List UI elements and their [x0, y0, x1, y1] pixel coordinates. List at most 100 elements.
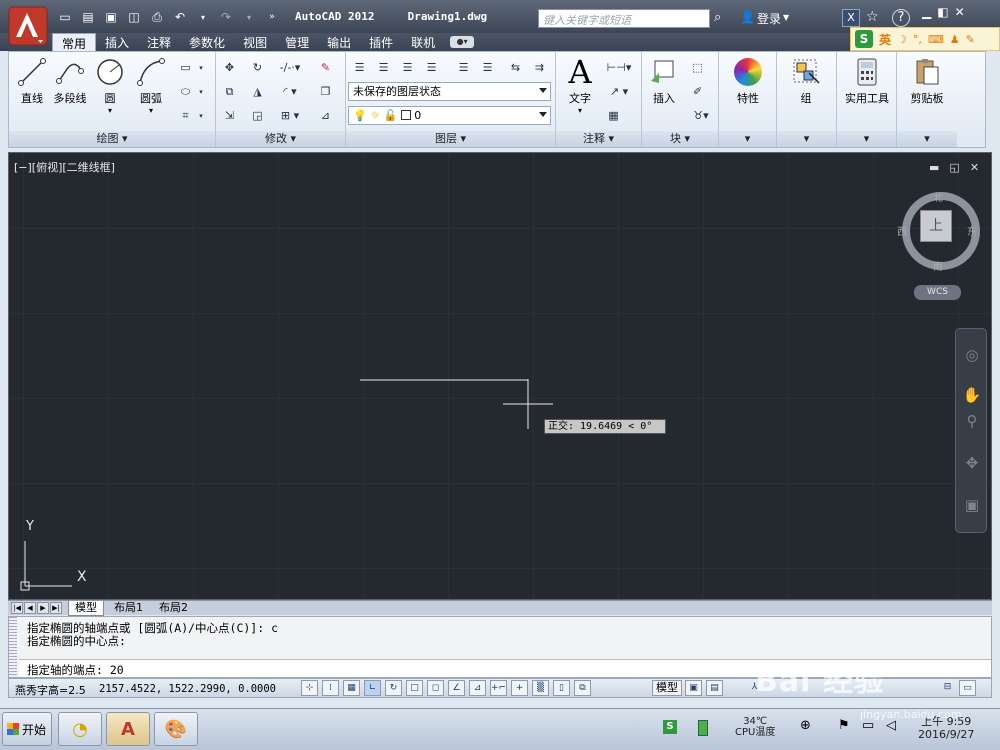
- steering-wheel-icon[interactable]: ◎: [962, 345, 982, 365]
- layer-off-icon[interactable]: ☰: [454, 58, 473, 77]
- chevron-down-icon[interactable]: ▾: [196, 82, 206, 101]
- tab-home[interactable]: 常用: [52, 33, 97, 51]
- properties-button[interactable]: 特性: [723, 56, 773, 106]
- punctuation-icon[interactable]: °,: [913, 33, 922, 46]
- copy-icon[interactable]: ⧉: [220, 82, 239, 101]
- 3d-object-snap-icon[interactable]: ◻: [427, 680, 444, 696]
- tab-insert[interactable]: 插入: [96, 33, 138, 51]
- taskbar-app-outlook[interactable]: ◔: [58, 712, 102, 746]
- last-tab-icon[interactable]: ▶|: [50, 602, 62, 614]
- wrench-icon[interactable]: ✎: [966, 33, 975, 46]
- rectangle-icon[interactable]: ▭: [176, 58, 195, 77]
- explode-icon[interactable]: ❒: [316, 82, 335, 101]
- search-input[interactable]: 键入关键字或短语: [538, 9, 710, 28]
- dynamic-ucs-icon[interactable]: ⊿: [469, 680, 486, 696]
- taskbar-app-paint[interactable]: 🎨: [154, 712, 198, 746]
- sign-in-button[interactable]: 👤 登录 ▼: [740, 10, 789, 27]
- start-button[interactable]: 开始: [2, 712, 52, 746]
- binoculars-icon[interactable]: ⌕: [714, 10, 721, 25]
- object-snap-icon[interactable]: □: [406, 680, 423, 696]
- arc-button[interactable]: 圆弧 ▾: [133, 56, 169, 115]
- line-button[interactable]: 直线: [13, 56, 51, 106]
- tab-parametric[interactable]: 参数化: [180, 33, 234, 51]
- moon-icon[interactable]: ☽: [897, 33, 907, 46]
- more-tools-icon[interactable]: »: [262, 8, 282, 26]
- trim-icon[interactable]: -/-·▾: [276, 58, 304, 77]
- group-button[interactable]: 组: [781, 56, 831, 106]
- open-folder-icon[interactable]: ▤: [78, 8, 98, 26]
- network-icon[interactable]: ⊕: [800, 718, 811, 733]
- user-icon[interactable]: ♟: [950, 33, 960, 46]
- chevron-down-icon[interactable]: ▾: [196, 106, 206, 125]
- undo-dropdown-icon[interactable]: ▾: [193, 8, 213, 26]
- erase-icon[interactable]: ✎: [316, 58, 335, 77]
- polyline-button[interactable]: 多段线: [51, 56, 89, 106]
- minimize-icon[interactable]: ▁: [922, 5, 931, 19]
- selection-cycling-icon[interactable]: ⧉: [574, 680, 591, 696]
- viewcube-top-face[interactable]: 上: [920, 210, 952, 242]
- compass-west[interactable]: 西: [897, 223, 907, 238]
- text-button[interactable]: A 文字 ▾: [560, 53, 600, 115]
- layer-properties-icon[interactable]: ☰: [350, 58, 369, 77]
- zoom-icon[interactable]: ⚲: [962, 411, 982, 431]
- utilities-button[interactable]: 实用工具: [839, 56, 895, 106]
- move-icon[interactable]: ✥: [220, 58, 239, 77]
- drawing-canvas[interactable]: [9, 153, 991, 599]
- clean-screen-icon[interactable]: ▭: [959, 680, 976, 696]
- quick-view-drawings-icon[interactable]: ▤: [706, 680, 723, 696]
- attribute-icon[interactable]: ♉▾: [688, 106, 714, 125]
- help-icon[interactable]: ?: [892, 9, 910, 27]
- layer-match-icon[interactable]: ⇆: [506, 58, 525, 77]
- maximize-icon[interactable]: ◱: [949, 161, 959, 174]
- close-icon[interactable]: ✕: [955, 5, 965, 19]
- layer-previous-icon[interactable]: ⇉: [530, 58, 549, 77]
- layer-lock-icon[interactable]: ☰: [478, 58, 497, 77]
- insert-button[interactable]: 插入: [644, 56, 684, 106]
- clipboard-dropdown[interactable]: ▾: [897, 131, 957, 147]
- circle-button[interactable]: 圆 ▾: [92, 56, 128, 115]
- modify-panel-title[interactable]: 修改 ▾: [216, 131, 345, 147]
- coordinates-readout[interactable]: 2157.4522, 1522.2990, 0.0000: [99, 683, 276, 695]
- dimension-icon[interactable]: ⊢⊣▾: [604, 58, 634, 77]
- tab-plugins[interactable]: 插件: [360, 33, 402, 51]
- utilities-dropdown[interactable]: ▾: [837, 131, 896, 147]
- ime-language[interactable]: 英: [879, 31, 891, 48]
- sogou-icon[interactable]: S: [855, 30, 873, 48]
- next-tab-icon[interactable]: ▶: [37, 602, 49, 614]
- group-dropdown[interactable]: ▾: [777, 131, 836, 147]
- table-region-icon[interactable]: ⌗: [176, 106, 195, 125]
- orbit-icon[interactable]: ✥: [962, 453, 982, 473]
- first-tab-icon[interactable]: |◀: [11, 602, 23, 614]
- tab-online[interactable]: 联机: [402, 33, 444, 51]
- toolbar-lock-icon[interactable]: ⊟: [939, 680, 956, 696]
- array-icon[interactable]: ⊞ ▾: [276, 106, 304, 125]
- tab-layout1[interactable]: 布局1: [108, 601, 149, 616]
- clipboard-button[interactable]: 剪贴板: [901, 56, 953, 106]
- layer-state-dropdown[interactable]: 未保存的图层状态: [348, 82, 551, 101]
- layer-freeze-icon[interactable]: ☰: [422, 58, 441, 77]
- table-icon[interactable]: ▦: [604, 106, 623, 125]
- block-panel-title[interactable]: 块 ▾: [642, 131, 718, 147]
- taskbar-app-autocad[interactable]: A: [106, 712, 150, 746]
- leader-icon[interactable]: ↗ ▾: [604, 82, 634, 101]
- quick-properties-icon[interactable]: ▯: [553, 680, 570, 696]
- compass-north[interactable]: 北: [933, 189, 943, 204]
- layers-panel-title[interactable]: 图层 ▾: [346, 131, 555, 147]
- tab-annotate[interactable]: 注释: [138, 33, 180, 51]
- wcs-menu[interactable]: WCS: [914, 285, 961, 300]
- tab-view[interactable]: 视图: [234, 33, 276, 51]
- polar-tracking-icon[interactable]: ↻: [385, 680, 402, 696]
- sogou-tray-icon[interactable]: S: [663, 720, 677, 734]
- edit-block-icon[interactable]: ✐: [688, 82, 707, 101]
- tab-layout2[interactable]: 布局2: [153, 601, 194, 616]
- pan-hand-icon[interactable]: ✋: [962, 385, 982, 405]
- command-window-grip[interactable]: [9, 617, 17, 677]
- quick-view-layouts-icon[interactable]: ▣: [685, 680, 702, 696]
- exchange-icon[interactable]: X: [842, 9, 860, 27]
- keyboard-icon[interactable]: ⌨: [928, 33, 944, 46]
- star-icon[interactable]: ☆: [866, 9, 879, 25]
- properties-dropdown[interactable]: ▾: [719, 131, 776, 147]
- chevron-down-icon[interactable]: ▾: [196, 58, 206, 77]
- stretch-icon[interactable]: ⇲: [220, 106, 239, 125]
- showmotion-icon[interactable]: ▣: [962, 495, 982, 515]
